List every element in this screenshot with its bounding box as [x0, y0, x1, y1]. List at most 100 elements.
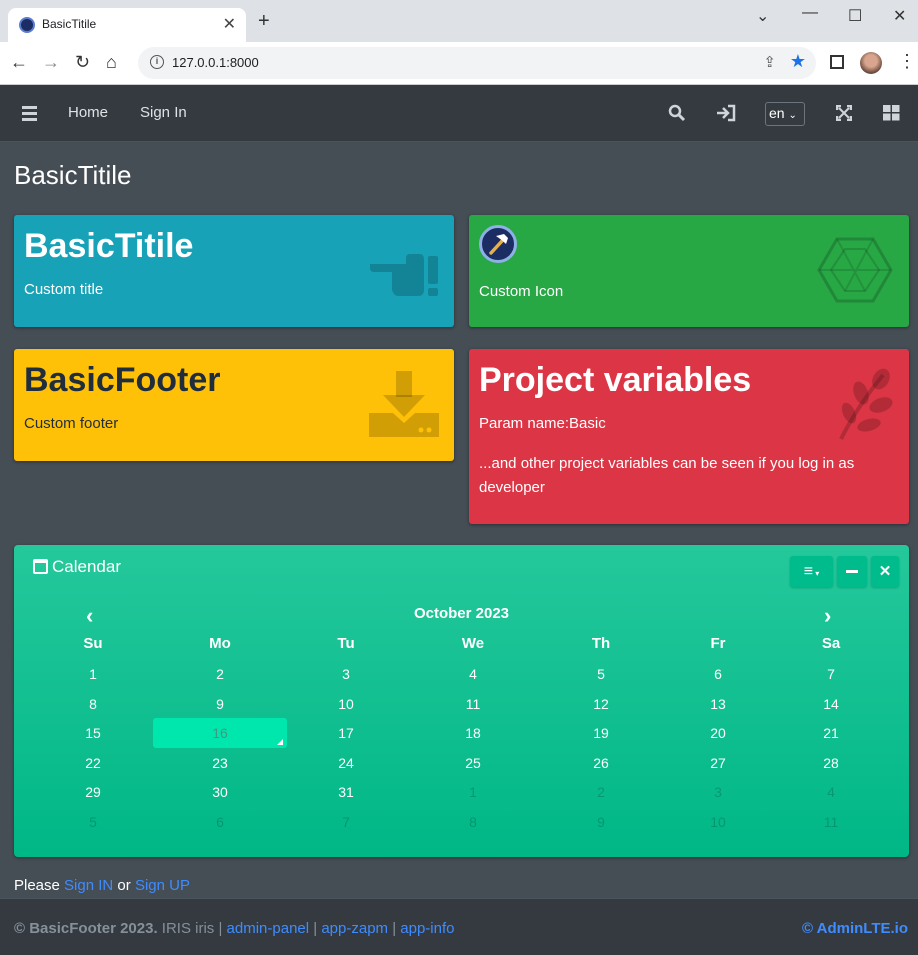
calendar-day[interactable]: 29 [38, 777, 148, 807]
info-box-icon: Custom Icon [469, 215, 909, 327]
calendar-day[interactable]: 11 [418, 689, 528, 719]
footer-sep: | [388, 920, 401, 937]
calendar-day-selected[interactable]: 16 [153, 718, 287, 749]
minimize-icon[interactable]: — [802, 4, 818, 22]
bookmark-star-icon[interactable]: ★ [790, 51, 806, 72]
calendar-day[interactable]: 6 [165, 807, 275, 837]
info-box-footer: BasicFooter Custom footer [14, 349, 454, 461]
calendar-day[interactable]: 19 [546, 718, 656, 748]
back-icon[interactable]: ← [10, 52, 28, 73]
calendar-day[interactable]: 22 [38, 748, 148, 778]
info-icon[interactable]: i [150, 55, 164, 69]
footer-copyright: © BasicFooter 2023. [14, 920, 158, 937]
calendar-day[interactable]: 23 [165, 748, 275, 778]
close-button[interactable]: ✕ [871, 556, 899, 587]
footer-link-app-info[interactable]: app-info [400, 920, 454, 937]
info-box-project-variables: Project variables Param name:Basic ...an… [469, 349, 909, 524]
calendar-day[interactable]: 25 [418, 748, 528, 778]
calendar-menu-button[interactable]: ≡ ▾ [790, 556, 833, 587]
calendar-icon [33, 559, 48, 574]
browser-tab[interactable]: BasicTitile ✕ [8, 8, 246, 42]
calendar-day[interactable]: 6 [663, 659, 773, 689]
calendar-day[interactable]: 20 [663, 718, 773, 748]
calendar-day[interactable]: 27 [663, 748, 773, 778]
box-text-secondary: ...and other project variables can be se… [479, 455, 855, 496]
calendar-day[interactable]: 15 [38, 718, 148, 748]
sign-in-link[interactable]: Sign IN [64, 877, 113, 894]
calendar-day[interactable]: 7 [776, 659, 886, 689]
sign-up-link[interactable]: Sign UP [135, 877, 190, 894]
weekday-header: We [461, 635, 485, 652]
fullscreen-icon[interactable] [836, 105, 852, 121]
collapse-button[interactable] [837, 556, 867, 587]
url-text[interactable]: 127.0.0.1:8000 [172, 55, 259, 70]
adminlte-link[interactable]: © AdminLTE.io [802, 920, 908, 937]
calendar-day[interactable]: 31 [291, 777, 401, 807]
calendar-day[interactable]: 21 [776, 718, 886, 748]
calendar-day[interactable]: 24 [291, 748, 401, 778]
reload-icon[interactable]: ↻ [75, 52, 90, 73]
calendar-day[interactable]: 10 [663, 807, 773, 837]
signin-prefix: Please [14, 877, 65, 894]
language-select[interactable]: en ⌄ [765, 102, 805, 126]
forward-icon[interactable]: → [42, 52, 60, 73]
calendar-day[interactable]: 2 [165, 659, 275, 689]
footer-left: © BasicFooter 2023. IRIS iris | admin-pa… [14, 920, 454, 937]
footer-org: IRIS iris | [157, 920, 227, 937]
home-icon[interactable]: ⌂ [106, 52, 117, 73]
calendar-day[interactable]: 8 [38, 689, 148, 719]
calendar-day[interactable]: 13 [663, 689, 773, 719]
footer-link-admin-panel[interactable]: admin-panel [227, 920, 310, 937]
footer-link-app-zapm[interactable]: app-zapm [321, 920, 388, 937]
calendar-day[interactable]: 18 [418, 718, 528, 748]
maximize-icon[interactable]: ☐ [848, 6, 862, 26]
calendar-day[interactable]: 17 [291, 718, 401, 748]
profile-avatar[interactable] [860, 52, 882, 74]
calendar-day[interactable]: 4 [418, 659, 528, 689]
calendar-day[interactable]: 5 [38, 807, 148, 837]
calendar-day[interactable]: 9 [546, 807, 656, 837]
calendar-day[interactable]: 30 [165, 777, 275, 807]
address-bar[interactable]: i 127.0.0.1:8000 ⇪ ★ [138, 47, 816, 79]
chevron-down-icon[interactable]: ⌄ [756, 6, 769, 26]
calendar-day[interactable]: 1 [418, 777, 528, 807]
caret-down-icon: ▾ [813, 569, 820, 578]
calendar-day[interactable]: 7 [291, 807, 401, 837]
calendar-day[interactable]: 14 [776, 689, 886, 719]
nav-signin-link[interactable]: Sign In [140, 104, 187, 121]
box-text: Custom Icon [479, 283, 564, 300]
new-tab-icon[interactable]: + [258, 11, 270, 31]
calendar-day[interactable]: 3 [291, 659, 401, 689]
calendar-day[interactable]: 5 [546, 659, 656, 689]
next-month-icon[interactable]: › [824, 603, 831, 629]
kebab-menu-icon[interactable]: ⋮ [898, 51, 916, 72]
sign-in-icon[interactable] [716, 104, 736, 122]
calendar-day[interactable]: 9 [165, 689, 275, 719]
search-icon[interactable] [668, 104, 686, 122]
calendar-day[interactable]: 4 [776, 777, 886, 807]
side-panel-icon[interactable] [830, 55, 844, 69]
calendar-day[interactable]: 28 [776, 748, 886, 778]
box-text: Custom title [24, 281, 104, 298]
signin-prompt: Please Sign IN or Sign UP [14, 877, 190, 894]
calendar-day[interactable]: 12 [546, 689, 656, 719]
close-tab-icon[interactable]: ✕ [223, 14, 236, 34]
nav-home-link[interactable]: Home [68, 104, 108, 121]
calendar-day[interactable]: 26 [546, 748, 656, 778]
hamburger-menu-icon[interactable] [22, 106, 37, 124]
language-value: en [769, 105, 785, 121]
close-window-icon[interactable]: ✕ [893, 6, 906, 26]
calendar-day[interactable]: 11 [776, 807, 886, 837]
control-sidebar-icon[interactable] [883, 105, 900, 121]
calendar-month-label[interactable]: October 2023 [14, 605, 909, 622]
calendar-day[interactable]: 10 [291, 689, 401, 719]
calendar-day[interactable]: 1 [38, 659, 148, 689]
share-icon[interactable]: ⇪ [763, 53, 776, 71]
calendar-day[interactable]: 8 [418, 807, 528, 837]
info-box-title: BasicTitile Custom title [14, 215, 454, 327]
calendar-day[interactable]: 3 [663, 777, 773, 807]
box-text: Param name:Basic [479, 415, 606, 432]
calendar-day[interactable]: 2 [546, 777, 656, 807]
box-text: Custom footer [24, 415, 119, 432]
tab-title: BasicTitile [42, 17, 97, 31]
